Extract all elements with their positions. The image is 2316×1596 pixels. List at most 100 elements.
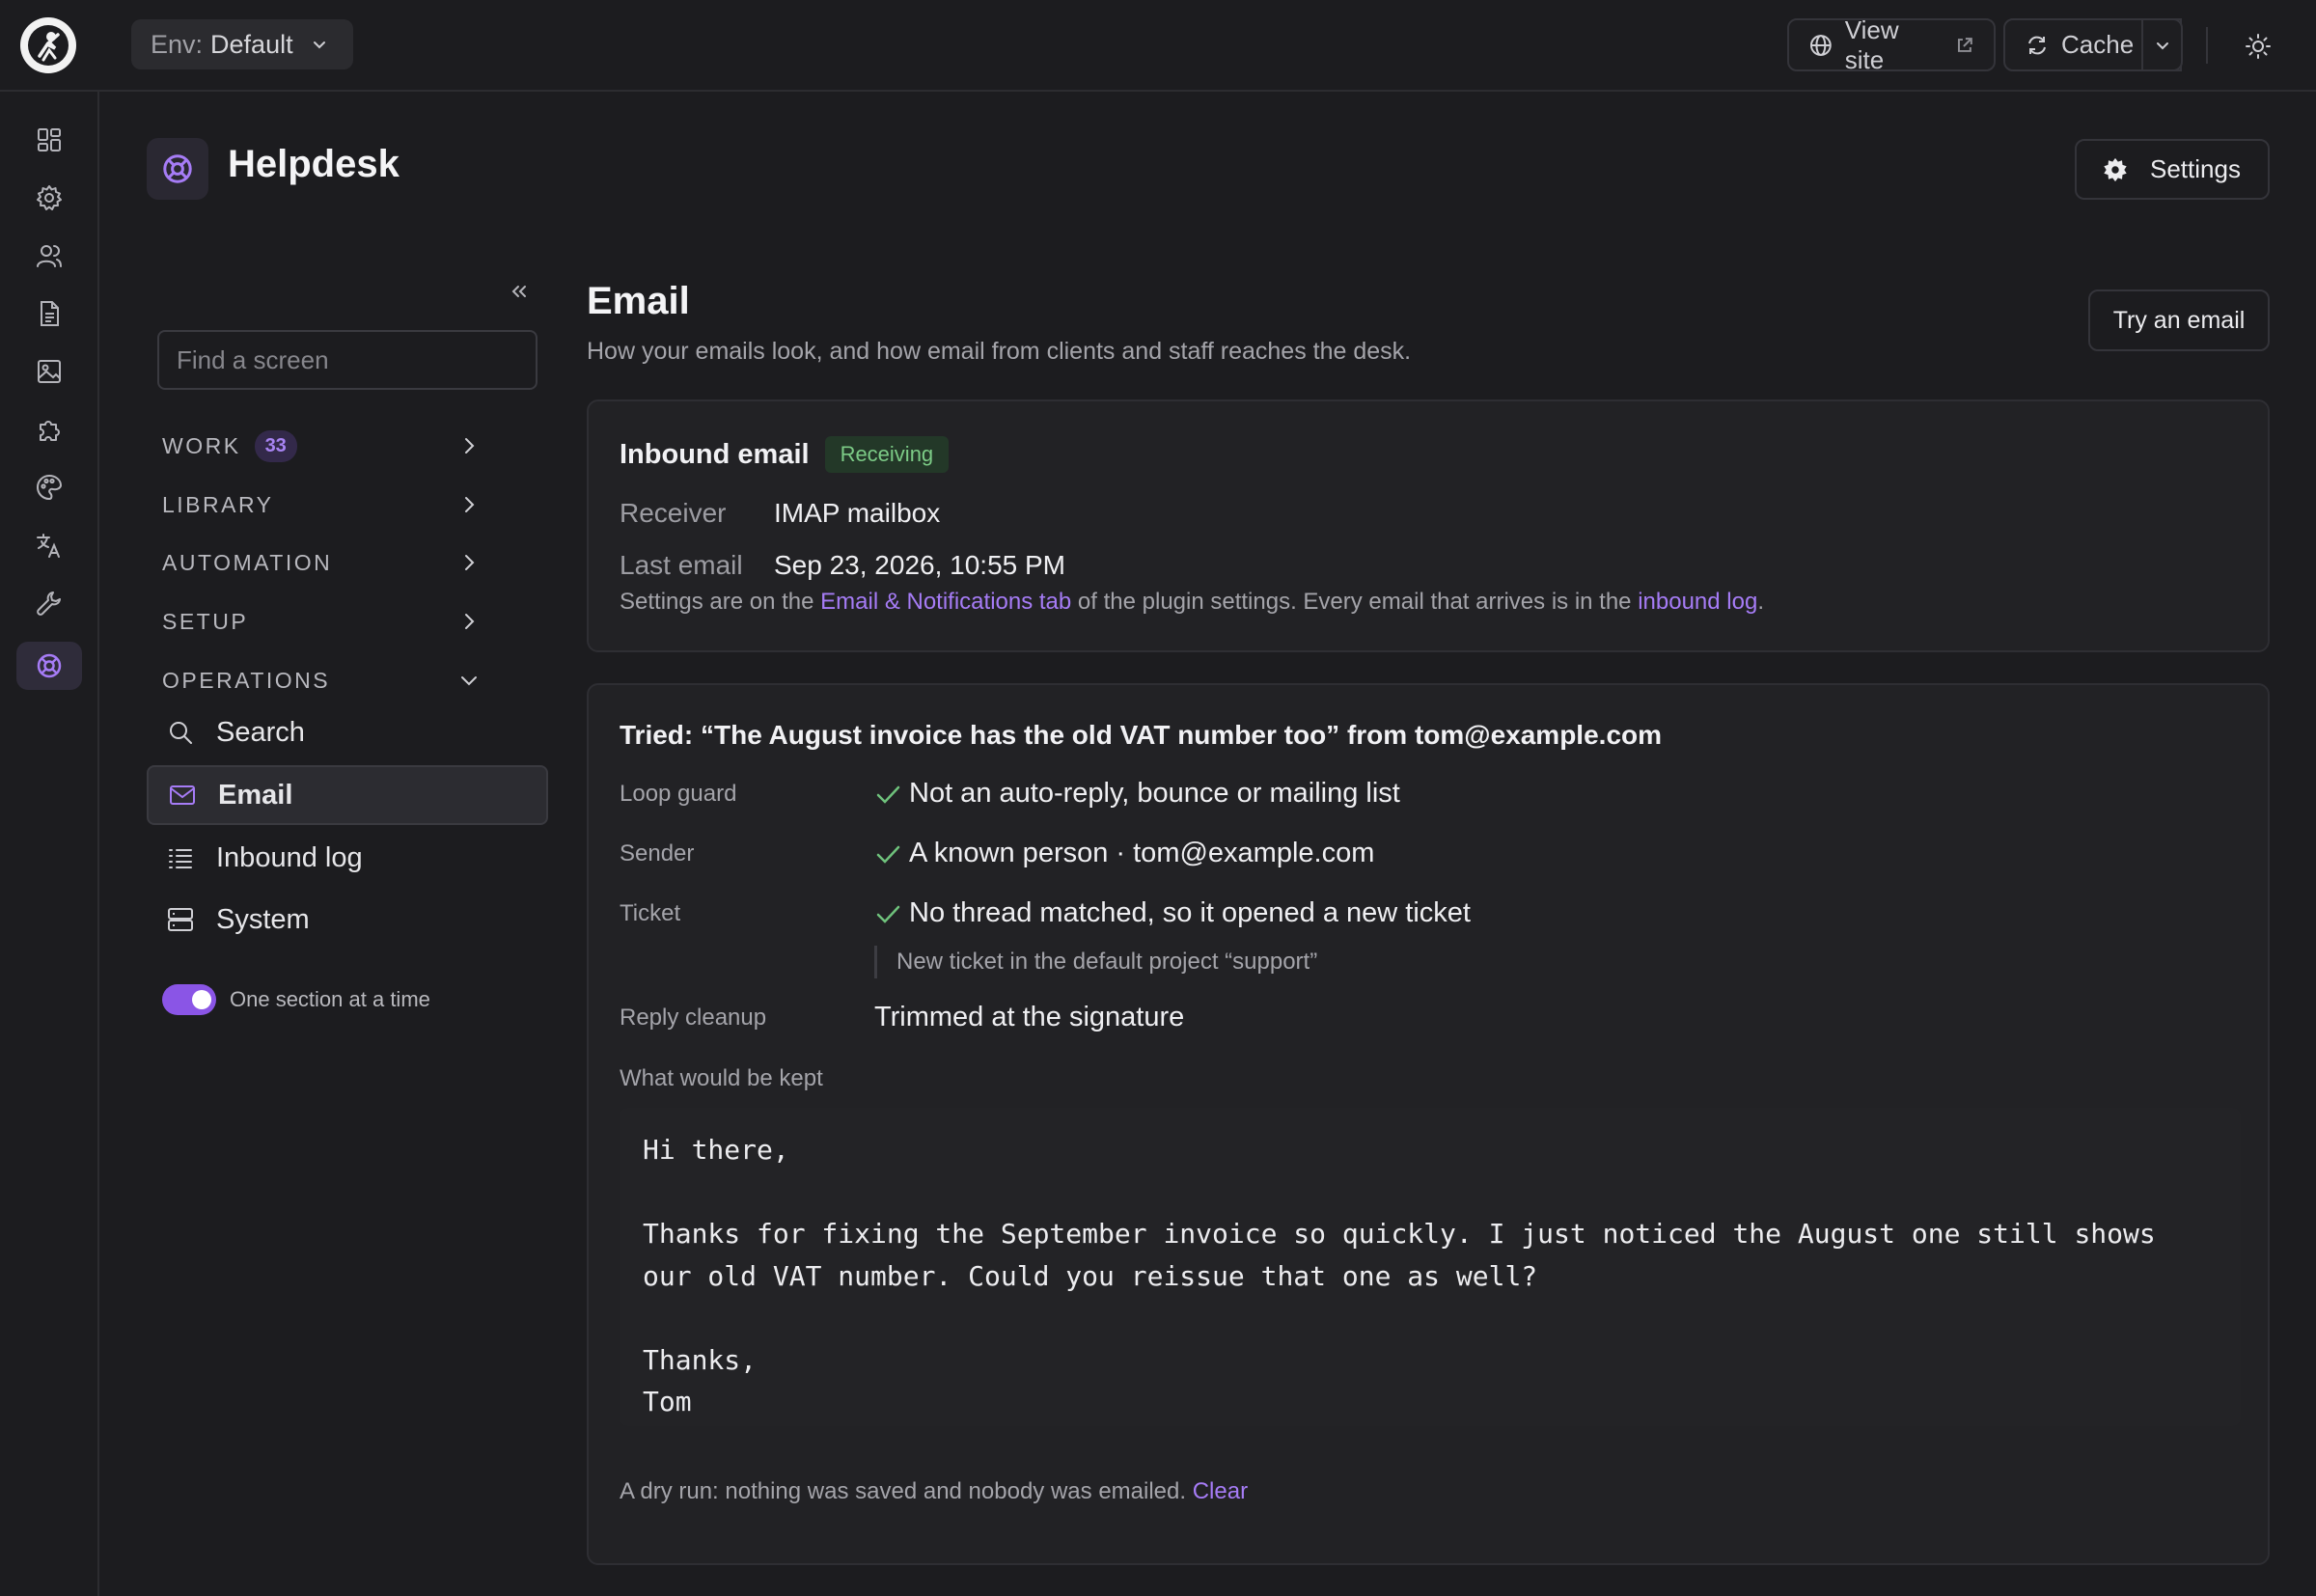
helpdesk-page-icon bbox=[147, 138, 208, 200]
nav-section-work[interactable]: WORK 33 bbox=[162, 425, 481, 467]
app-logo[interactable] bbox=[20, 17, 76, 73]
row-value: No thread matched, so it opened a new ti… bbox=[909, 897, 1471, 928]
nav-item-search[interactable]: Search bbox=[147, 702, 548, 762]
section-label: WORK bbox=[162, 432, 241, 458]
nav-item-label: Inbound log bbox=[216, 841, 363, 873]
dry-run-text: A dry run: nothing was saved and nobody … bbox=[620, 1478, 1187, 1504]
environment-select[interactable]: Env: Default bbox=[131, 19, 353, 69]
rail-tools[interactable] bbox=[16, 579, 82, 627]
sun-icon bbox=[2246, 34, 2271, 59]
nav-item-label: Search bbox=[216, 716, 305, 748]
theme-toggle-button[interactable] bbox=[2239, 27, 2277, 66]
nav-section-operations[interactable]: OPERATIONS bbox=[162, 659, 481, 702]
nav-item-inbound-log[interactable]: Inbound log bbox=[147, 828, 548, 888]
double-chevron-left-icon bbox=[511, 286, 526, 297]
env-value: Default bbox=[210, 29, 293, 59]
document-icon bbox=[41, 301, 59, 326]
status-badge: Receiving bbox=[824, 436, 950, 473]
ticket-note: New ticket in the default project “suppo… bbox=[874, 946, 1317, 978]
inbound-email-card: Inbound email Receiving Receiver IMAP ma… bbox=[587, 399, 2270, 652]
rail-media[interactable] bbox=[16, 347, 82, 396]
clear-link[interactable]: Clear bbox=[1193, 1478, 1248, 1504]
page-title: Helpdesk bbox=[228, 143, 400, 185]
rail-translations[interactable] bbox=[16, 521, 82, 569]
cache-label: Cache bbox=[2061, 30, 2135, 59]
section-label: AUTOMATION bbox=[162, 549, 333, 575]
nav-section-setup[interactable]: SETUP bbox=[162, 600, 481, 643]
rail-dashboard[interactable] bbox=[16, 116, 82, 164]
try-an-email-button[interactable]: Try an email bbox=[2088, 289, 2270, 351]
wrench-icon bbox=[37, 592, 61, 616]
note-text: Settings are on the bbox=[620, 589, 821, 615]
view-site-button[interactable]: View site bbox=[1787, 15, 1996, 74]
icon-rail bbox=[0, 92, 99, 1596]
globe-icon bbox=[1809, 34, 1832, 56]
row-value: A known person · tom@example.com bbox=[909, 838, 1375, 868]
external-link-icon bbox=[1958, 37, 1973, 52]
row-value: Trimmed at the signature bbox=[874, 1002, 1185, 1032]
server-icon bbox=[168, 908, 193, 931]
section-title: Email bbox=[587, 280, 690, 322]
chevron-right-icon bbox=[465, 497, 475, 512]
palette-icon bbox=[37, 474, 63, 501]
lifebuoy-icon bbox=[37, 653, 62, 678]
rail-helpdesk[interactable] bbox=[16, 642, 82, 690]
last-email-value: Sep 23, 2026, 10:55 PM bbox=[774, 550, 1065, 580]
receiver-row: Receiver IMAP mailbox bbox=[620, 498, 940, 529]
kept-label: What would be kept bbox=[620, 1065, 823, 1091]
gear-icon bbox=[2104, 157, 2127, 181]
last-email-row: Last email Sep 23, 2026, 10:55 PM bbox=[620, 550, 1065, 581]
nav-item-email[interactable]: Email bbox=[147, 765, 548, 825]
section-subtitle: How your emails look, and how email from… bbox=[587, 338, 1412, 365]
settings-button[interactable]: Settings bbox=[2075, 139, 2270, 200]
note-text: of the plugin settings. Every email that… bbox=[1071, 589, 1639, 615]
receiver-value: IMAP mailbox bbox=[774, 498, 941, 528]
dashboard-icon bbox=[38, 128, 61, 151]
nav-section-library[interactable]: LIBRARY bbox=[162, 483, 481, 526]
list-icon bbox=[169, 849, 192, 868]
one-section-toggle[interactable] bbox=[162, 984, 216, 1015]
toggle-label: One section at a time bbox=[230, 987, 430, 1011]
search-icon bbox=[170, 722, 192, 744]
tried-title: Tried: “The August invoice has the old V… bbox=[620, 720, 1663, 750]
email-notifications-tab-link[interactable]: Email & Notifications tab bbox=[820, 589, 1071, 615]
row-label: Reply cleanup bbox=[620, 1004, 767, 1031]
rail-documents[interactable] bbox=[16, 289, 82, 338]
tried-email-card: Tried: “The August invoice has the old V… bbox=[587, 683, 2270, 1565]
receiver-label: Receiver bbox=[620, 498, 727, 528]
gear-icon bbox=[37, 185, 62, 210]
image-icon bbox=[38, 360, 61, 383]
inbound-log-link[interactable]: inbound log bbox=[1638, 589, 1757, 615]
nav-item-system[interactable]: System bbox=[147, 890, 548, 949]
nav-section-automation[interactable]: AUTOMATION bbox=[162, 541, 481, 584]
astronaut-logo-icon bbox=[28, 25, 69, 66]
section-label: LIBRARY bbox=[162, 491, 274, 517]
translate-icon bbox=[37, 534, 60, 558]
topbar-divider bbox=[2206, 27, 2208, 64]
chevron-right-icon bbox=[465, 555, 475, 570]
chevron-right-icon bbox=[465, 614, 475, 629]
rail-settings[interactable] bbox=[16, 174, 82, 222]
kept-email-body: Hi there, Thanks for fixing the Septembe… bbox=[620, 1108, 2241, 1426]
check-icon bbox=[876, 905, 900, 923]
sender-row: Sender A known person · tom@example.com bbox=[620, 838, 1374, 869]
find-screen-input[interactable] bbox=[157, 330, 538, 390]
collapse-sidebar-button[interactable] bbox=[508, 280, 531, 303]
rail-appearance[interactable] bbox=[16, 463, 82, 511]
nav-item-label: System bbox=[216, 903, 310, 935]
chevron-down-icon bbox=[461, 676, 477, 686]
section-label: OPERATIONS bbox=[162, 667, 331, 693]
section-label: SETUP bbox=[162, 608, 249, 634]
last-email-label: Last email bbox=[620, 550, 743, 580]
chevron-down-icon bbox=[313, 41, 325, 49]
ticket-row: Ticket No thread matched, so it opened a… bbox=[620, 897, 1471, 929]
chevron-right-icon bbox=[465, 438, 475, 454]
row-label: Ticket bbox=[620, 899, 681, 926]
puzzle-icon bbox=[40, 421, 60, 441]
rail-users[interactable] bbox=[16, 232, 82, 280]
rail-plugins[interactable] bbox=[16, 405, 82, 454]
cache-dropdown-button[interactable] bbox=[2141, 18, 2183, 71]
row-label: Loop guard bbox=[620, 780, 737, 807]
count-badge: 33 bbox=[254, 429, 297, 462]
top-bar: Env: Default View site Cache bbox=[0, 0, 2316, 92]
